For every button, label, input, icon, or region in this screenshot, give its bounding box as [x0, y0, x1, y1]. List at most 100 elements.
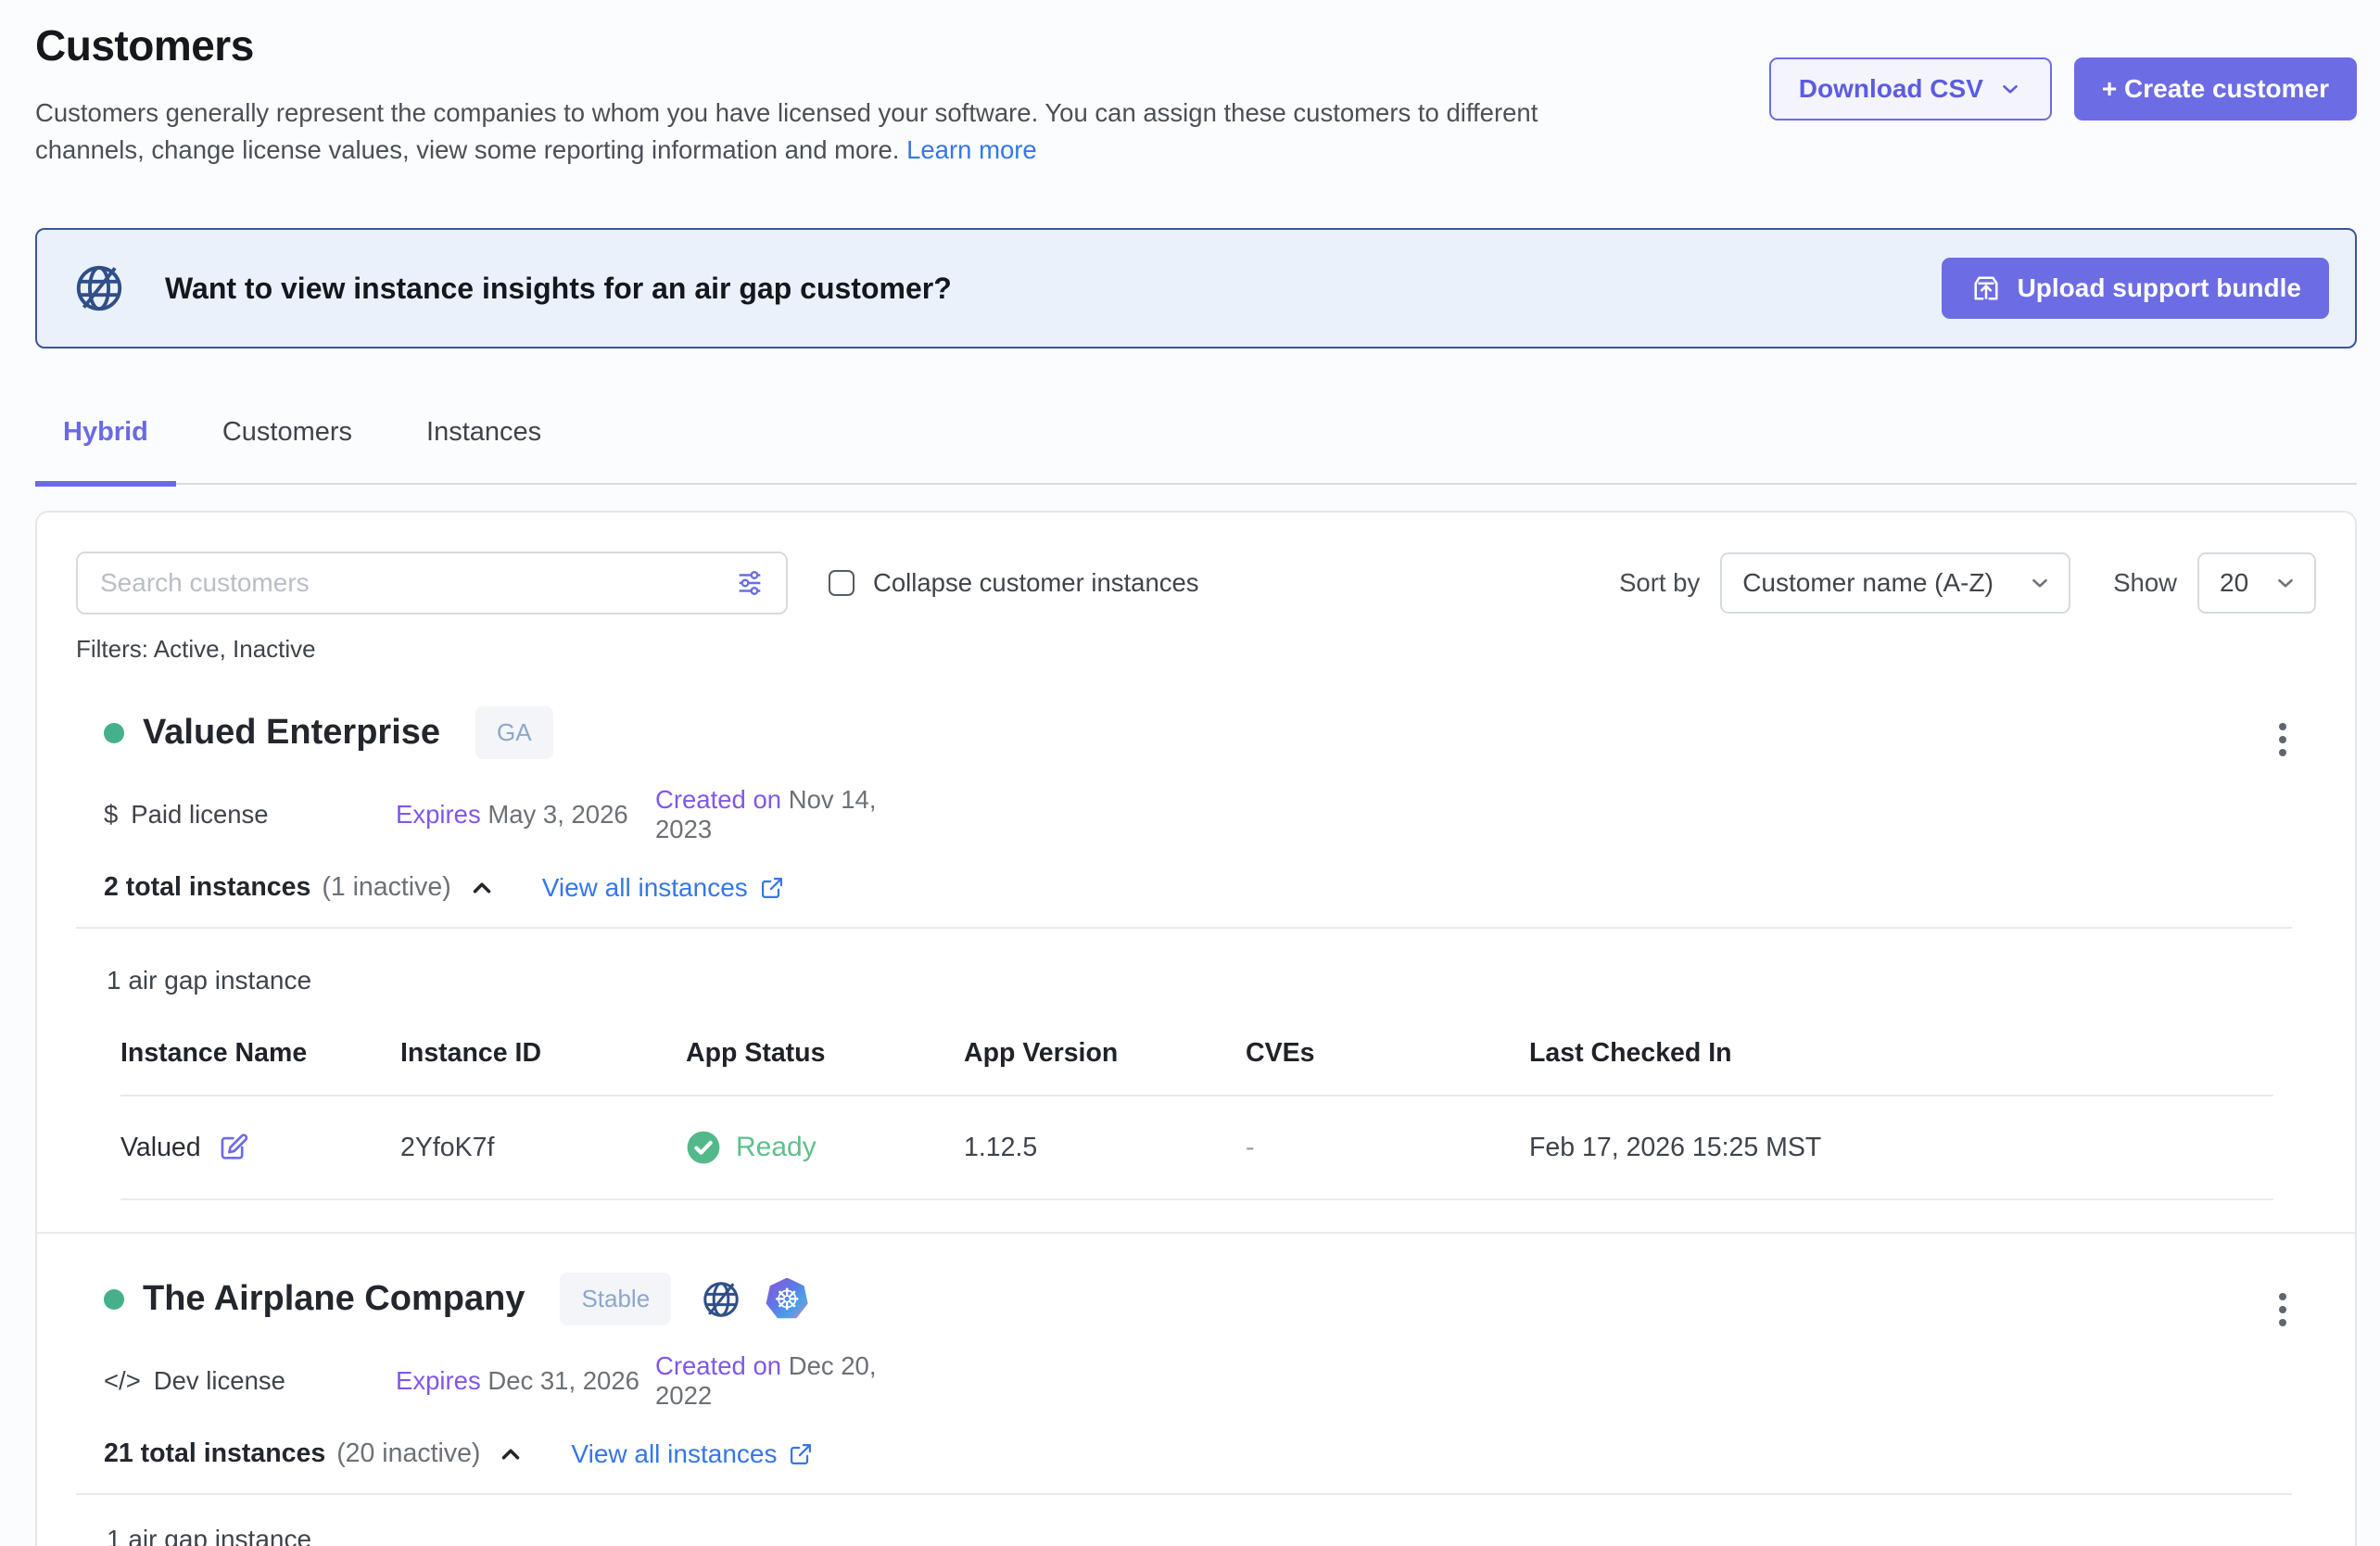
view-all-instances-label: View all instances [571, 1439, 777, 1469]
page-content: Customers Customers generally represent … [35, 0, 2357, 1546]
channel-badge: GA [475, 706, 553, 759]
active-filters-text: Filters: Active, Inactive [76, 635, 2316, 664]
tab-customers[interactable]: Customers [195, 417, 380, 487]
page-description-line2: channels, change license values, view so… [35, 135, 899, 164]
download-csv-label: Download CSV [1799, 74, 1983, 104]
license-type-label: Dev license [154, 1366, 285, 1396]
show-label: Show [2113, 568, 2177, 598]
customer-menu-button[interactable] [2272, 1286, 2294, 1334]
active-status-dot-icon [104, 723, 124, 743]
edit-icon[interactable] [218, 1132, 249, 1163]
tab-instances[interactable]: Instances [399, 417, 569, 487]
airgap-globe-icon [699, 1277, 743, 1322]
upload-icon [1969, 272, 2003, 305]
customer-header: The Airplane Company Stable ☸ [104, 1273, 2316, 1325]
customer-name[interactable]: The Airplane Company [143, 1279, 525, 1319]
col-last-checked-in: Last Checked In [1529, 1038, 2273, 1069]
airgap-instance-count: 1 air gap instance [107, 966, 2316, 995]
expires-date: Dec 31, 2026 [487, 1366, 639, 1395]
expires-field: Expires May 3, 2026 [396, 800, 655, 830]
created-field: Created on Dec 20, 2022 [655, 1351, 915, 1411]
instance-table: Instance Name Instance ID App Status App… [120, 1038, 2273, 1200]
chevron-down-icon [2273, 571, 2298, 595]
expires-date: May 3, 2026 [487, 800, 627, 829]
divider [76, 1493, 2292, 1495]
download-csv-button[interactable]: Download CSV [1769, 57, 2052, 120]
create-customer-label: + Create customer [2102, 74, 2329, 104]
sort-by-value: Customer name (A-Z) [1742, 568, 1994, 598]
paid-license-icon: $ [104, 800, 118, 830]
list-controls: Sort by Customer name (A-Z) Show 20 [1619, 552, 2316, 614]
created-on-label: Created on [655, 1351, 781, 1380]
search-box [76, 551, 788, 615]
customer-header: Valued Enterprise GA [104, 706, 2316, 759]
upload-support-bundle-label: Upload support bundle [2018, 273, 2301, 303]
view-all-instances-link[interactable]: View all instances [571, 1439, 814, 1469]
create-customer-button[interactable]: + Create customer [2074, 57, 2357, 120]
page-description-line1: Customers generally represent the compan… [35, 98, 1538, 127]
license-type: </> Dev license [104, 1366, 396, 1396]
page-description: Customers generally represent the compan… [35, 95, 1538, 169]
view-all-instances-label: View all instances [542, 873, 748, 903]
channel-badge: Stable [560, 1273, 671, 1325]
external-link-icon [759, 875, 785, 901]
upload-support-bundle-button[interactable]: Upload support bundle [1942, 258, 2329, 319]
last-checked-in: Feb 17, 2026 15:25 MST [1529, 1133, 2273, 1163]
sort-by-select[interactable]: Customer name (A-Z) [1720, 552, 2070, 614]
col-instance-id: Instance ID [400, 1038, 686, 1069]
instances-summary-row: 21 total instances (20 inactive) View al… [104, 1438, 2316, 1469]
app-version: 1.12.5 [964, 1133, 1246, 1163]
col-app-status: App Status [686, 1038, 964, 1069]
customer-menu-button[interactable] [2272, 716, 2294, 764]
customer-card-valued-enterprise: Valued Enterprise GA $ Paid license Expi… [76, 664, 2316, 1234]
chevron-up-icon[interactable] [468, 874, 496, 902]
tab-hybrid[interactable]: Hybrid [35, 417, 176, 487]
page-header-text: Customers Customers generally represent … [35, 20, 1538, 169]
col-cves: CVEs [1246, 1038, 1529, 1069]
active-status-dot-icon [104, 1289, 124, 1310]
instance-id: 2YfoK7f [400, 1133, 686, 1163]
col-instance-name: Instance Name [120, 1038, 400, 1069]
cves-value: - [1246, 1133, 1529, 1163]
filter-sliders-icon[interactable] [734, 567, 766, 599]
collapse-instances-label: Collapse customer instances [873, 568, 1199, 598]
page-header: Customers Customers generally represent … [35, 20, 2357, 169]
show-count-value: 20 [2220, 568, 2248, 598]
inactive-instances-text: (1 inactive) [322, 872, 450, 903]
check-circle-icon [686, 1130, 721, 1165]
external-link-icon [788, 1441, 814, 1467]
total-instances-text: 2 total instances [104, 872, 310, 903]
learn-more-link[interactable]: Learn more [906, 135, 1037, 164]
inactive-instances-text: (20 inactive) [336, 1438, 480, 1469]
show-count-select[interactable]: 20 [2197, 552, 2316, 614]
created-on-label: Created on [655, 785, 781, 814]
instance-name-cell: Valued [120, 1132, 400, 1163]
search-input[interactable] [100, 568, 734, 598]
app-status: Ready [736, 1132, 817, 1163]
dev-license-icon: </> [104, 1366, 141, 1396]
sort-by-label: Sort by [1619, 568, 1700, 598]
header-actions: Download CSV + Create customer [1769, 57, 2357, 120]
total-instances-text: 21 total instances [104, 1438, 325, 1469]
license-type: $ Paid license [104, 800, 396, 830]
instance-table-row: Valued 2YfoK7f Ready 1.12.5 - Feb 17, 20… [120, 1096, 2273, 1200]
view-all-instances-link[interactable]: View all instances [542, 873, 785, 903]
customer-name[interactable]: Valued Enterprise [143, 713, 440, 753]
kubernetes-icon: ☸ [766, 1278, 808, 1321]
customer-meta-row: </> Dev license Expires Dec 31, 2026 Cre… [104, 1351, 2316, 1411]
airgap-globe-icon [70, 260, 128, 317]
divider [76, 927, 2292, 929]
collapse-instances-control: Collapse customer instances [829, 568, 1199, 598]
airgap-instance-count: 1 air gap instance [107, 1525, 2316, 1546]
created-field: Created on Nov 14, 2023 [655, 785, 915, 844]
customer-card-airplane-company: The Airplane Company Stable ☸ </> Dev li… [76, 1234, 2316, 1546]
col-app-version: App Version [964, 1038, 1246, 1069]
collapse-instances-checkbox[interactable] [829, 570, 855, 596]
license-type-label: Paid license [131, 800, 268, 830]
instance-table-header: Instance Name Instance ID App Status App… [120, 1038, 2273, 1096]
toolbar: Collapse customer instances Sort by Cust… [76, 551, 2316, 615]
chevron-up-icon[interactable] [497, 1440, 525, 1468]
airgap-banner-title: Want to view instance insights for an ai… [165, 272, 952, 306]
page-title: Customers [35, 20, 1538, 70]
app-status-cell: Ready [686, 1130, 964, 1165]
